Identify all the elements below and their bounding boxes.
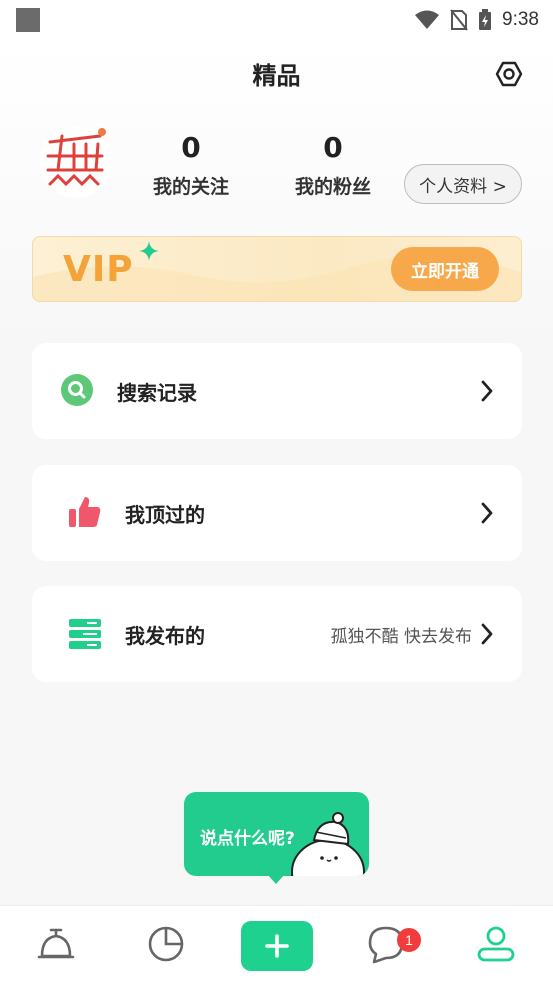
page-header: 精品: [0, 40, 553, 106]
menu-label-search-history: 搜索记录: [117, 380, 197, 405]
menu-item-liked[interactable]: 我顶过的: [32, 465, 522, 561]
bubble-text: 说点什么呢?: [200, 829, 295, 849]
clock: 9:38: [502, 9, 539, 30]
bubble-tail: [267, 874, 285, 884]
fans-count: 0: [323, 131, 343, 164]
status-icons: 9:38: [414, 9, 539, 31]
search-icon: [61, 374, 93, 406]
vip-activate-button[interactable]: 立即开通: [391, 247, 499, 291]
notification-icon: [16, 8, 40, 32]
fans-label: 我的粉丝: [294, 176, 371, 198]
following-stat[interactable]: 0 我的关注: [136, 130, 246, 199]
nav-profile-icon[interactable]: [476, 924, 516, 964]
nav-bell-icon[interactable]: [36, 924, 76, 964]
bottom-nav: 1: [0, 905, 553, 983]
add-post-button[interactable]: [241, 921, 313, 971]
following-count: 0: [181, 131, 201, 164]
stack-list-icon: [69, 619, 101, 649]
post-prompt-bubble[interactable]: 说点什么呢?: [184, 792, 369, 876]
no-sim-icon: [450, 9, 468, 31]
page-title: 精品: [252, 61, 301, 90]
vip-label: VIP: [63, 249, 134, 290]
nav-pie-chart-icon[interactable]: [146, 924, 186, 964]
battery-icon: [479, 9, 492, 30]
messages-badge: 1: [397, 928, 421, 952]
mascot-icon: [291, 812, 365, 876]
profile-button[interactable]: 个人资料 >: [404, 164, 522, 204]
published-hint: 孤独不酷 快去发布: [330, 626, 472, 647]
wifi-icon: [415, 10, 440, 29]
menu-label-liked: 我顶过的: [125, 502, 205, 527]
sparkle-icon: [139, 241, 159, 261]
menu-label-published: 我发布的: [125, 623, 205, 648]
chevron-right-icon: [481, 623, 493, 645]
fans-stat[interactable]: 0 我的粉丝: [278, 130, 388, 199]
vip-card[interactable]: VIP 立即开通: [32, 236, 522, 302]
status-bar: 9:38: [0, 0, 553, 40]
menu-item-published[interactable]: 我发布的 孤独不酷 快去发布: [32, 586, 522, 682]
settings-icon[interactable]: [495, 60, 523, 88]
thumbs-up-icon: [69, 497, 101, 527]
menu-item-search-history[interactable]: 搜索记录: [32, 343, 522, 439]
plus-icon: [265, 934, 289, 958]
chevron-right-icon: [481, 502, 493, 524]
following-label: 我的关注: [152, 176, 229, 198]
avatar[interactable]: [40, 126, 112, 198]
avatar-logo-icon: [46, 128, 106, 187]
chevron-right-icon: [481, 380, 493, 402]
